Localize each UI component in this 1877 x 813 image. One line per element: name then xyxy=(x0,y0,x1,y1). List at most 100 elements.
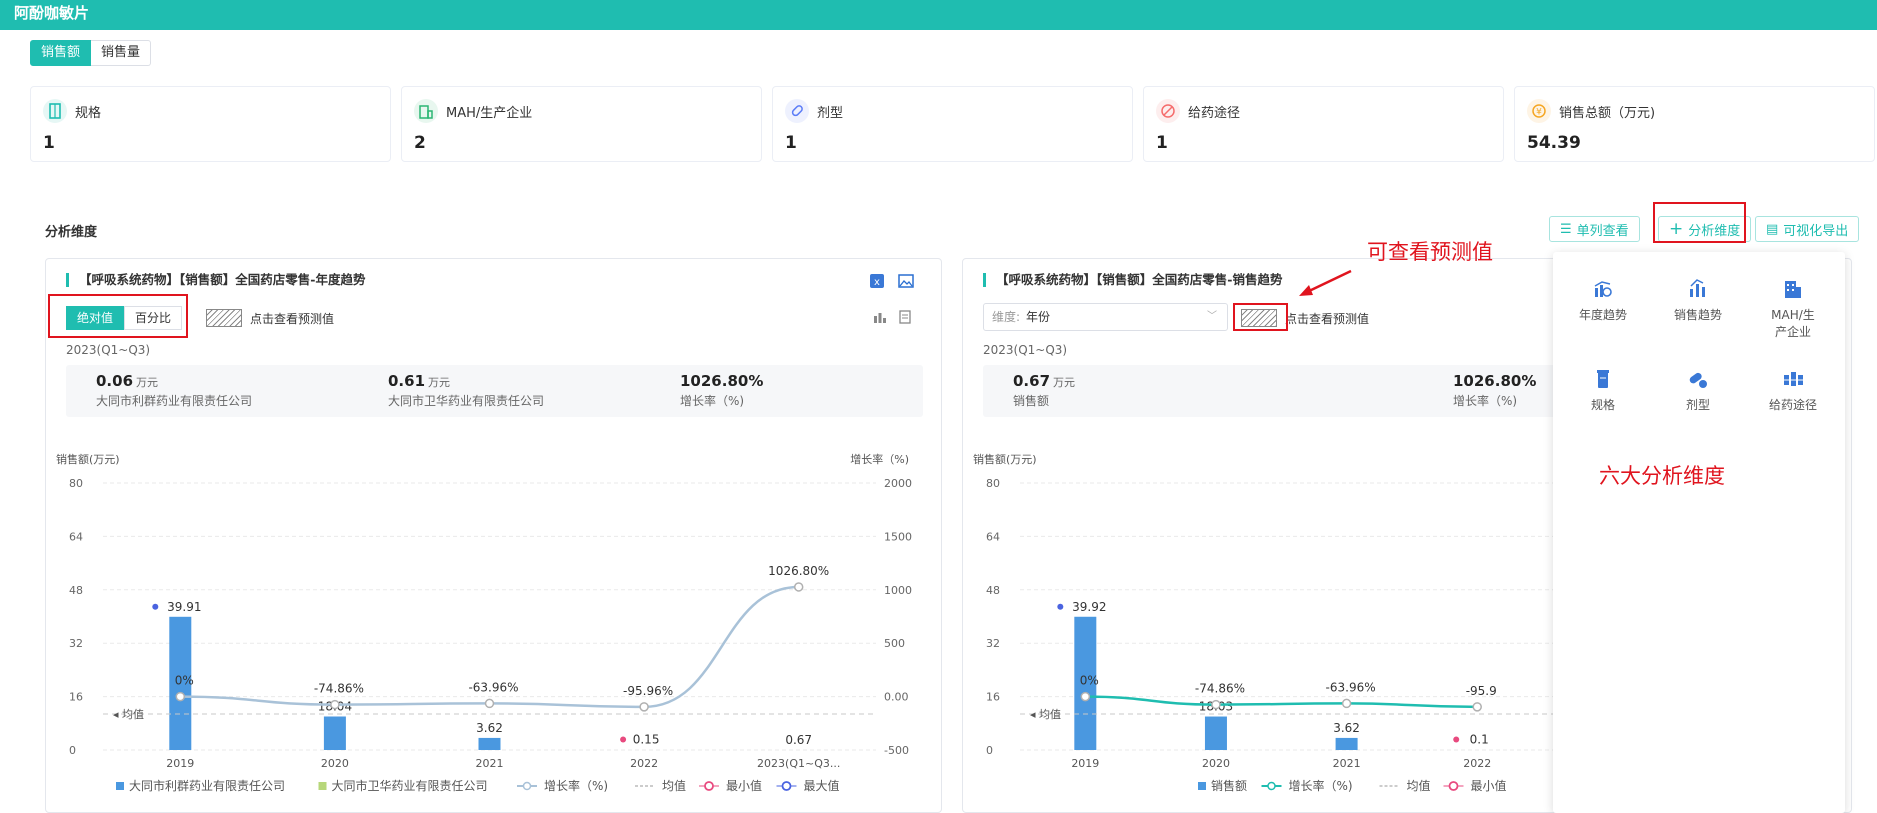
legend-swatch-dot xyxy=(1267,781,1276,791)
y-tick-label: 64 xyxy=(69,530,83,543)
summary-unit: 万元 xyxy=(1053,376,1076,389)
x-tick-label: 2021 xyxy=(476,757,504,770)
legend-label: 大同市卫华药业有限责任公司 xyxy=(332,778,488,793)
bar xyxy=(1335,737,1358,750)
mean-label: ◂ 均值 xyxy=(1030,708,1061,721)
legend-label: 增长率（%) xyxy=(1289,778,1353,793)
growth-line xyxy=(1085,695,1478,709)
dimension-select[interactable]: 维度: 年份 ﹀ xyxy=(983,303,1228,331)
growth-point xyxy=(793,582,804,592)
chevron-down-icon: ﹀ xyxy=(1207,311,1217,322)
legend-label: 大同市利群药业有限责任公司 xyxy=(129,778,285,793)
y2-tick-label: -500 xyxy=(884,744,909,757)
y-tick-label: 32 xyxy=(69,637,83,650)
dimension-annual-trend[interactable]: 年度趋势 xyxy=(1558,278,1648,323)
dimension-route[interactable]: 给药途径 xyxy=(1748,368,1838,413)
table-icon[interactable] xyxy=(898,309,912,328)
dimension-enterprise[interactable]: MAH/生 产企业 xyxy=(1748,278,1838,340)
bar-value-label: 0.67 xyxy=(785,733,812,747)
stat-card-route: 给药途径 1 xyxy=(1143,86,1504,162)
x-tick-label: 2019 xyxy=(166,757,194,770)
dimension-label: MAH/生 产企业 xyxy=(1771,308,1815,339)
growth-value-label: 0% xyxy=(175,674,194,688)
x-tick-label: 2023(Q1~Q3... xyxy=(757,757,840,770)
summary-strip: 0.67 万元 销售额 1026.80% 增长率（%) xyxy=(983,365,1573,417)
y-tick-label: 48 xyxy=(986,584,1000,597)
x-tick-label: 2022 xyxy=(630,757,658,770)
y2-axis-title: 增长率（%) xyxy=(850,452,909,466)
tab-sales-volume[interactable]: 销售量 xyxy=(91,40,152,66)
summary-unit: 万元 xyxy=(428,376,451,389)
growth-point xyxy=(1341,698,1352,709)
svg-text:x: x xyxy=(874,277,880,288)
route-icon xyxy=(1156,99,1180,123)
y-tick-label: 16 xyxy=(986,691,1000,704)
spec-icon xyxy=(1597,370,1609,388)
x-tick-label: 2022 xyxy=(1463,757,1491,770)
building-icon xyxy=(414,99,438,123)
legend-swatch-dot xyxy=(781,781,792,791)
excel-icon[interactable]: x xyxy=(869,273,885,293)
growth-value-label: -63.96% xyxy=(1326,680,1376,694)
list-icon: ☰ xyxy=(1560,221,1572,237)
legend-label: 最大值 xyxy=(804,778,840,793)
legend-label: 最小值 xyxy=(1471,778,1507,793)
metric-tabs: 销售额 销售量 xyxy=(30,40,152,66)
annotation-six-dimensions: 六大分析维度 xyxy=(1599,464,1725,488)
dimension-sales-trend[interactable]: 销售趋势 xyxy=(1653,278,1743,323)
y-tick-label: 0 xyxy=(69,744,76,757)
select-value: 年份 xyxy=(1026,310,1051,324)
dimension-label: 给药途径 xyxy=(1768,398,1817,412)
app-header: 阿酚咖敏片 xyxy=(0,0,1877,30)
highlight-box xyxy=(1233,303,1288,331)
stat-value: 2 xyxy=(414,133,426,153)
annotation-predict: 可查看预测值 xyxy=(1367,240,1493,264)
summary-desc: 增长率（%) xyxy=(1453,394,1518,408)
growth-point xyxy=(484,698,495,709)
summary-item: 0.61 万元大同市卫华药业有限责任公司 xyxy=(388,371,544,409)
summary-item: 0.67 万元 销售额 xyxy=(1013,371,1075,409)
dimension-spec[interactable]: 规格 xyxy=(1558,368,1648,413)
spec-icon xyxy=(43,99,67,123)
growth-point xyxy=(1472,702,1482,712)
summary-number: 0.67 xyxy=(1013,372,1051,390)
summary-desc: 销售额 xyxy=(1013,394,1050,408)
sales-trend-chart: 销售额(万元) 0 16 32 48 64 80 2019 2020 2021 2022 ◂ 均值 39… xyxy=(973,452,1553,793)
summary-desc: 大同市卫华药业有限责任公司 xyxy=(388,394,545,408)
annual-trend-icon xyxy=(1594,281,1612,297)
bar-chart-icon[interactable] xyxy=(873,309,887,328)
tab-sales-amount[interactable]: 销售额 xyxy=(30,40,92,66)
summary-number: 0.61 xyxy=(388,372,426,390)
bar-value-label: 39.91 xyxy=(167,600,201,614)
summary-number: 1026.80% xyxy=(1453,372,1537,390)
single-view-button[interactable]: ☰ 单列查看 xyxy=(1549,216,1640,242)
stat-value: 1 xyxy=(43,133,55,153)
export-button[interactable]: ▤ 可视化导出 xyxy=(1755,216,1860,242)
bar-value-label: 0.1 xyxy=(1470,732,1489,746)
image-icon[interactable] xyxy=(898,273,914,293)
highlight-box xyxy=(48,294,188,338)
dimension-label: 规格 xyxy=(1590,398,1615,412)
y-tick-label: 16 xyxy=(69,691,83,704)
y2-tick-label: 0.00 xyxy=(884,691,909,704)
stat-label: MAH/生产企业 xyxy=(446,106,533,121)
summary-item: 1026.80% 增长率（%) xyxy=(680,371,763,409)
bar-value-label: 3.62 xyxy=(1333,721,1360,735)
bar xyxy=(478,737,501,750)
dosage-form-icon xyxy=(1689,372,1707,388)
stat-card-spec: 规格 1 xyxy=(30,86,391,162)
y2-tick-label: 1500 xyxy=(884,530,912,543)
svg-text:¥: ¥ xyxy=(1536,108,1542,118)
predict-toggle[interactable]: 点击查看预测值 xyxy=(206,309,334,327)
dimension-label: 年度趋势 xyxy=(1578,308,1627,322)
dimension-dosage-form[interactable]: 剂型 xyxy=(1653,368,1743,413)
growth-value-label: -95.9 xyxy=(1466,684,1497,698)
legend-swatch-dot xyxy=(704,781,714,791)
dimension-panel: 年度趋势 销售趋势 MAH/生 产企业 规格 剂型 给药途径 六大分析维度 xyxy=(1553,252,1845,813)
legend-label: 均值 xyxy=(1407,778,1431,793)
dimension-label: 剂型 xyxy=(1685,398,1710,412)
y-axis-title: 销售额(万元) xyxy=(973,452,1037,466)
annotation-arrow xyxy=(1299,269,1352,296)
x-tick-label: 2019 xyxy=(1071,757,1099,770)
legend-label: 销售额 xyxy=(1211,778,1247,793)
